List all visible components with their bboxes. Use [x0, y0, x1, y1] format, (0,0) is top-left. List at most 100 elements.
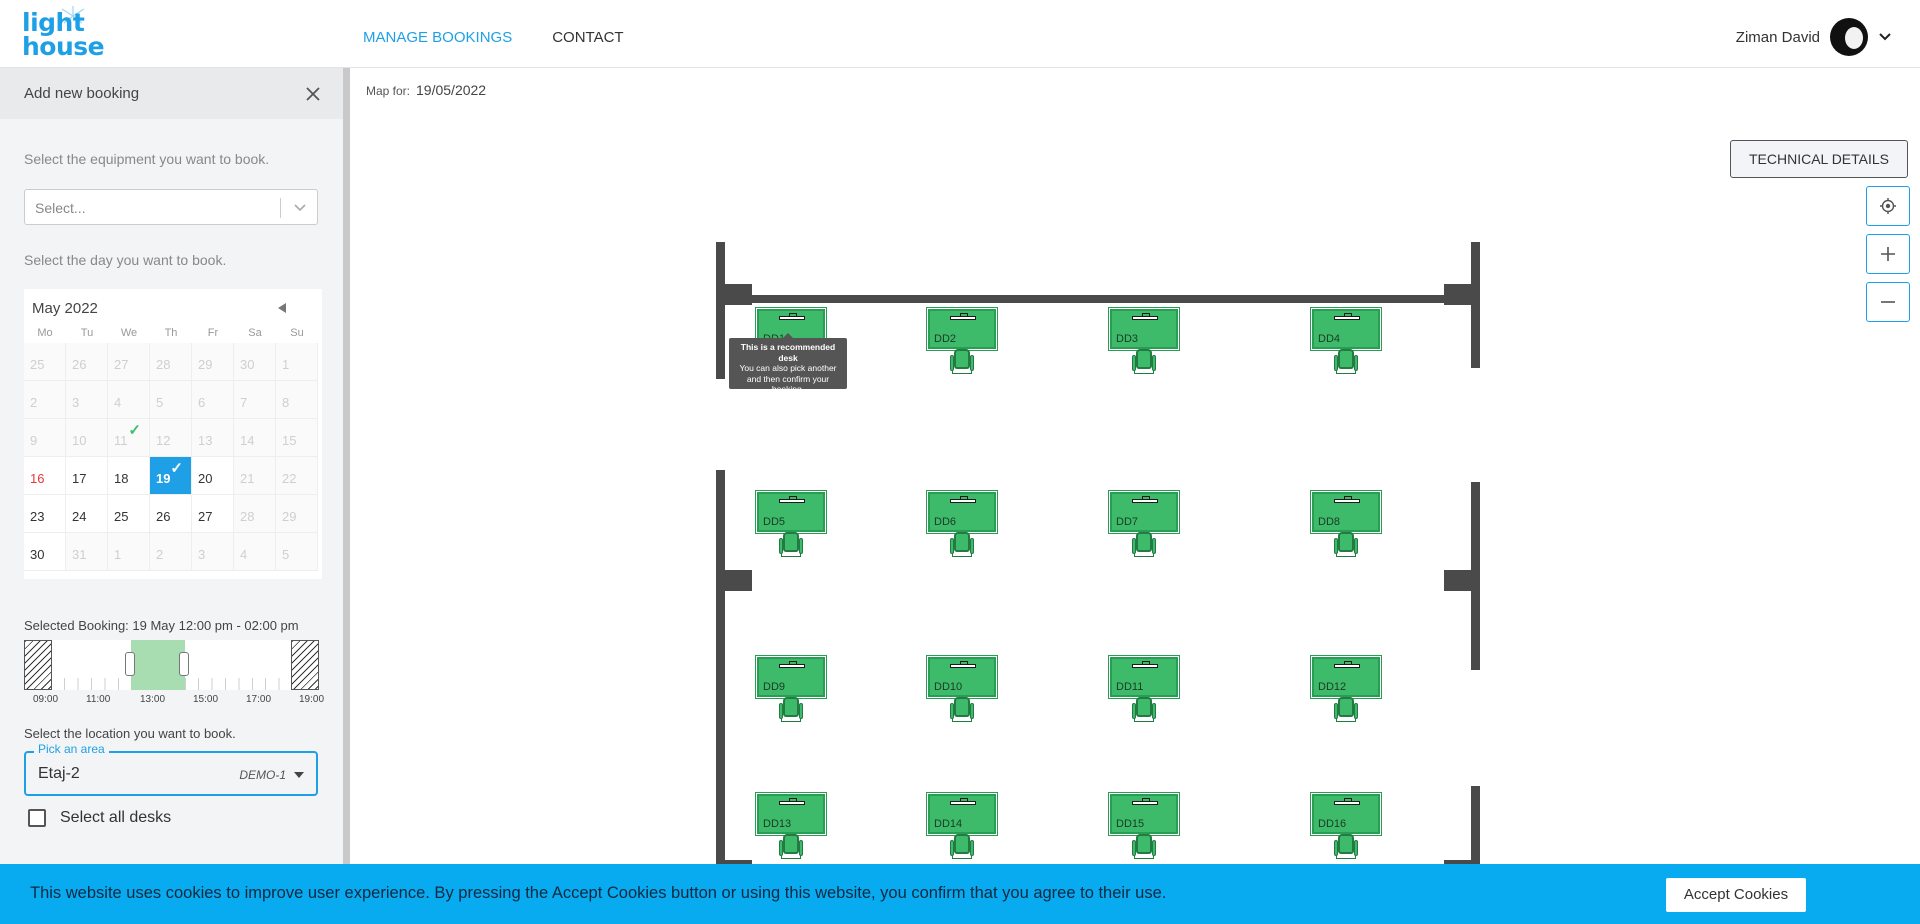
- monitor-icon: [950, 798, 976, 805]
- calendar-day[interactable]: 18: [108, 457, 150, 495]
- user-name: Ziman David: [1735, 28, 1820, 46]
- selected-booking-text: Selected Booking: 19 May 12:00 pm - 02:0…: [24, 618, 299, 633]
- start-time-handle[interactable]: [125, 652, 135, 676]
- calendar-day[interactable]: 19 ✓: [150, 457, 192, 495]
- calendar-day-number: 26: [72, 357, 87, 372]
- desk-dd6[interactable]: DD6: [926, 490, 998, 558]
- chevron-down-icon[interactable]: [1878, 30, 1892, 44]
- equipment-label: Select the equipment you want to book.: [24, 151, 270, 167]
- calendar-day-number: 19: [156, 471, 171, 486]
- lighthouse-logo[interactable]: light house: [22, 6, 105, 60]
- wall: [716, 570, 752, 591]
- check-icon: ✓: [128, 422, 141, 439]
- selected-time-range[interactable]: [131, 640, 185, 690]
- equipment-select[interactable]: Select...: [24, 189, 318, 225]
- desk-surface: DD6: [926, 490, 998, 534]
- calendar-day-number: 16: [30, 471, 45, 486]
- sidebar-title: Add new booking: [24, 85, 140, 102]
- calendar-day[interactable]: 30: [24, 533, 66, 571]
- zoom-in-button[interactable]: [1866, 234, 1910, 274]
- calendar-day[interactable]: 23: [24, 495, 66, 533]
- timeline-label: 15:00: [193, 694, 219, 705]
- monitor-icon: [1132, 313, 1158, 320]
- desk-label: DD14: [934, 818, 963, 830]
- nav-manage-bookings[interactable]: MANAGE BOOKINGS: [363, 29, 512, 46]
- desk-dd13[interactable]: DD13: [755, 792, 827, 860]
- desk-dd16[interactable]: DD16: [1310, 792, 1382, 860]
- calendar-day: 1: [108, 533, 150, 571]
- desk-dd12[interactable]: DD12: [1310, 655, 1382, 723]
- calendar-day: 6: [192, 381, 234, 419]
- technical-details-button[interactable]: TECHNICAL DETAILS: [1730, 140, 1908, 178]
- calendar-day: 12: [150, 419, 192, 457]
- calendar-day[interactable]: 20: [192, 457, 234, 495]
- desk-label: DD5: [763, 516, 786, 528]
- calendar-day-number: 25: [114, 509, 129, 524]
- equipment-select-placeholder: Select...: [35, 200, 86, 216]
- calendar-day: 14: [234, 419, 276, 457]
- calendar-day[interactable]: 24: [66, 495, 108, 533]
- calendar-day: 22: [276, 457, 318, 495]
- locate-button[interactable]: [1866, 186, 1910, 226]
- desk-label: DD12: [1318, 681, 1347, 693]
- calendar-day[interactable]: 16: [24, 457, 66, 495]
- desk-dd5[interactable]: DD5: [755, 490, 827, 558]
- calendar-day-number: 3: [72, 395, 80, 410]
- desk-dd4[interactable]: DD4: [1310, 307, 1382, 375]
- desk-dd11[interactable]: DD11: [1108, 655, 1180, 723]
- desk-dd7[interactable]: DD7: [1108, 490, 1180, 558]
- calendar-day: 28: [234, 495, 276, 533]
- desk-dd15[interactable]: DD15: [1108, 792, 1180, 860]
- monitor-icon: [1132, 496, 1158, 503]
- map-date: 19/05/2022: [416, 82, 487, 98]
- select-separator: [280, 198, 281, 218]
- sidebar-scrollbar[interactable]: [343, 68, 350, 864]
- wall: [1471, 242, 1480, 368]
- accept-cookies-button[interactable]: Accept Cookies: [1666, 878, 1806, 912]
- end-time-handle[interactable]: [179, 652, 189, 676]
- desk-dd14[interactable]: DD14: [926, 792, 998, 860]
- area-select[interactable]: Pick an area Etaj-2 DEMO-1: [24, 742, 318, 796]
- calendar-day[interactable]: 27: [192, 495, 234, 533]
- desk-dd2[interactable]: DD2: [926, 307, 998, 375]
- desk-dd8[interactable]: DD8: [1310, 490, 1382, 558]
- nav-contact[interactable]: CONTACT: [552, 29, 623, 46]
- desk-dd10[interactable]: DD10: [926, 655, 998, 723]
- cookie-text: This website uses cookies to improve use…: [30, 884, 1167, 902]
- zoom-out-button[interactable]: [1866, 282, 1910, 322]
- chair-icon: [779, 697, 803, 723]
- close-icon[interactable]: [305, 86, 321, 102]
- calendar-day[interactable]: 25: [108, 495, 150, 533]
- wall: [716, 470, 725, 864]
- desk-dd9[interactable]: DD9: [755, 655, 827, 723]
- select-all-checkbox[interactable]: [28, 809, 46, 827]
- calendar-day-number: 23: [30, 509, 45, 524]
- calendar-day-number: 22: [282, 471, 297, 486]
- desk-label: DD8: [1318, 516, 1341, 528]
- select-all-desks[interactable]: Select all desks: [28, 809, 171, 827]
- calendar-day-number: 10: [72, 433, 87, 448]
- calendar-header: May 2022: [24, 289, 322, 327]
- desk-label: DD13: [763, 818, 792, 830]
- calendar-day: 31: [66, 533, 108, 571]
- calendar-day[interactable]: 26: [150, 495, 192, 533]
- caret-down-icon: [294, 772, 304, 778]
- locate-icon: [1880, 198, 1896, 214]
- calendar-day-number: 8: [282, 395, 290, 410]
- calendar-day: 29: [192, 343, 234, 381]
- time-range-slider[interactable]: [24, 640, 319, 690]
- desk-dd3[interactable]: DD3: [1108, 307, 1180, 375]
- chevron-down-icon[interactable]: [293, 201, 307, 215]
- calendar-day-number: 27: [114, 357, 129, 372]
- desk-surface: DD11: [1108, 655, 1180, 699]
- chair-icon: [1132, 532, 1156, 558]
- calendar-day-number: 26: [156, 509, 171, 524]
- calendar-day-number: 4: [240, 547, 248, 562]
- user-menu[interactable]: Ziman David: [1736, 18, 1892, 56]
- previous-month-icon[interactable]: [278, 303, 286, 313]
- calendar-grid: Mo Tu We Th Fr Sa Su 25 26 27 28 29 30 1 2 3 4 5 6 7 8 9 10 11 ✓…: [24, 327, 322, 571]
- calendar-day: 29: [276, 495, 318, 533]
- calendar-day[interactable]: 17: [66, 457, 108, 495]
- calendar-day-number: 9: [30, 433, 38, 448]
- chair-icon: [1334, 834, 1358, 860]
